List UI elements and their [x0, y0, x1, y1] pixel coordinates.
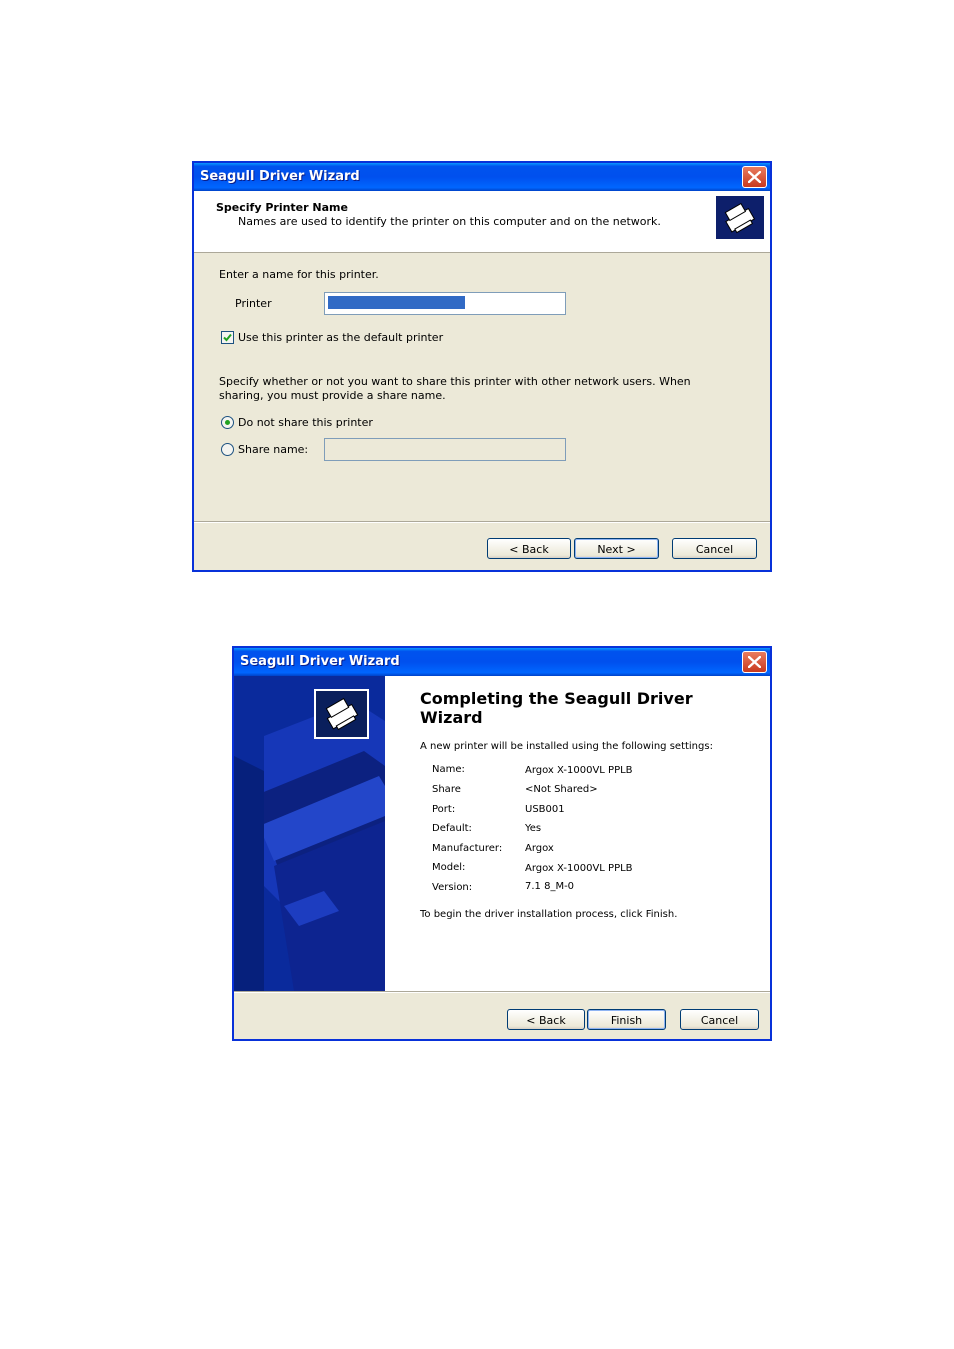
- window-title: Seagull Driver Wizard: [240, 654, 400, 669]
- window-title: Seagull Driver Wizard: [200, 169, 360, 184]
- setting-value: Argox X-1000VL PPLB: [525, 765, 633, 776]
- completion-heading-line2: Wizard: [420, 708, 483, 727]
- header-subtitle: Names are used to identify the printer o…: [238, 215, 661, 228]
- prompt-text: Enter a name for this printer.: [219, 268, 379, 281]
- setting-label: Port:: [432, 804, 456, 815]
- wizard-side-panel: [234, 676, 385, 991]
- wizard-header: Specify Printer Name Names are used to i…: [194, 191, 770, 253]
- cancel-button[interactable]: Cancel: [672, 538, 757, 559]
- close-icon: [748, 171, 761, 183]
- setting-value: Argox: [525, 843, 554, 854]
- printer-label: Printer: [235, 297, 272, 310]
- close-button[interactable]: [742, 651, 767, 673]
- printer-name-input[interactable]: [324, 292, 566, 315]
- completion-heading: Completing the Seagull Driver Wizard: [420, 689, 740, 727]
- setting-value: Argox X-1000VL PPLB: [525, 863, 633, 874]
- setting-label: Version:: [432, 882, 473, 893]
- setting-label: Manufacturer:: [432, 843, 503, 854]
- setting-value: <Not Shared>: [525, 784, 598, 795]
- checkmark-icon: [223, 333, 232, 342]
- wizard-window-completing: Seagull Driver Wizard Completing the Sea…: [232, 646, 772, 1041]
- cancel-button[interactable]: Cancel: [680, 1009, 759, 1030]
- share-instructions-line2: sharing, you must provide a share name.: [219, 389, 446, 402]
- setting-label: Name:: [432, 764, 465, 775]
- setting-value: USB001: [525, 804, 565, 815]
- setting-label: Model:: [432, 862, 466, 873]
- title-bar[interactable]: Seagull Driver Wizard: [194, 163, 770, 191]
- radio-selected-dot: [225, 420, 230, 425]
- radio-do-not-share[interactable]: [221, 416, 234, 429]
- back-button[interactable]: < Back: [487, 538, 571, 559]
- title-bar[interactable]: Seagull Driver Wizard: [234, 648, 770, 676]
- printer-icon: [716, 196, 764, 239]
- setting-value: 7.1 8_M-0: [525, 881, 575, 892]
- finish-button[interactable]: Finish: [587, 1009, 666, 1030]
- wizard-window-printer-name: Seagull Driver Wizard Specify Printer Na…: [192, 161, 772, 572]
- header-title: Specify Printer Name: [216, 201, 348, 214]
- text-selection-highlight: [328, 296, 465, 309]
- radio-do-not-share-label: Do not share this printer: [238, 416, 373, 429]
- finish-instructions: To begin the driver installation process…: [420, 909, 678, 920]
- close-button[interactable]: [742, 166, 767, 188]
- button-separator: [234, 991, 770, 993]
- back-button[interactable]: < Back: [507, 1009, 585, 1030]
- completion-heading-line1: Completing the Seagull Driver: [420, 689, 693, 708]
- default-printer-label: Use this printer as the default printer: [238, 331, 444, 344]
- setting-label: Default:: [432, 823, 472, 834]
- radio-share-name-label: Share name:: [238, 443, 309, 456]
- share-name-input[interactable]: [324, 438, 566, 461]
- setting-value: Yes: [525, 823, 542, 834]
- close-icon: [748, 656, 761, 668]
- wizard-content-panel: Completing the Seagull Driver Wizard A n…: [385, 676, 770, 991]
- next-button[interactable]: Next >: [574, 538, 659, 559]
- share-instructions-line1: Specify whether or not you want to share…: [219, 375, 691, 388]
- printer-icon: [314, 689, 369, 739]
- settings-intro: A new printer will be installed using th…: [420, 741, 713, 752]
- button-separator: [194, 521, 770, 523]
- radio-share-name[interactable]: [221, 443, 234, 456]
- default-printer-checkbox[interactable]: [221, 331, 234, 344]
- setting-label: Share: [432, 784, 461, 795]
